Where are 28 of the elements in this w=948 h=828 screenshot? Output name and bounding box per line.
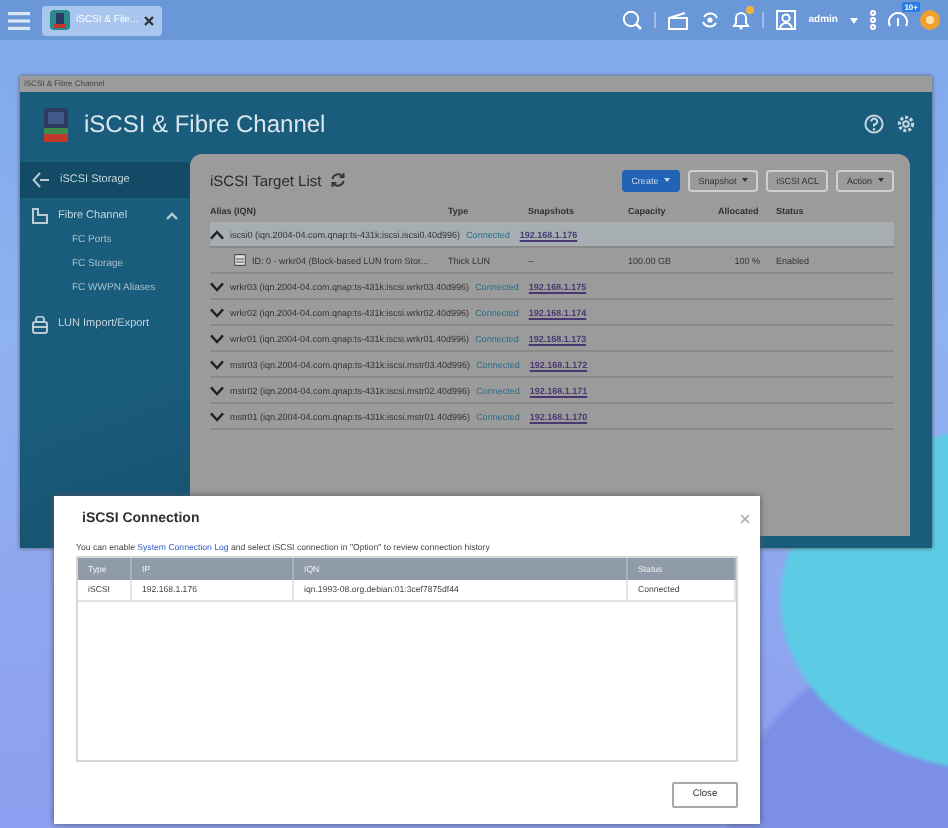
chevron-down-icon[interactable]: [210, 281, 224, 291]
help-icon[interactable]: [864, 113, 884, 133]
more-icon[interactable]: [870, 10, 876, 30]
caret-icon: [742, 178, 749, 182]
sync-icon[interactable]: [700, 10, 721, 30]
caret-icon: [878, 178, 884, 182]
caret-icon[interactable]: [850, 17, 858, 23]
notification-dot: [746, 6, 755, 14]
chevron-up-icon[interactable]: [210, 229, 224, 239]
clapperboard-icon[interactable]: [668, 11, 689, 29]
app-title: iSCSI & Fibre Channel: [84, 109, 326, 137]
gauge-icon[interactable]: [888, 10, 908, 30]
close-icon[interactable]: [144, 15, 155, 25]
user-icon[interactable]: [776, 10, 797, 30]
search-icon[interactable]: [622, 10, 643, 30]
chevron-down-icon[interactable]: [210, 359, 224, 369]
bell-icon[interactable]: [732, 10, 751, 30]
settings-icon[interactable]: [896, 113, 916, 133]
menu-icon[interactable]: [8, 11, 30, 29]
chevron-down-icon[interactable]: [210, 307, 224, 317]
chevron-down-icon[interactable]: [210, 333, 224, 343]
app-icon: [50, 10, 70, 30]
chevron-down-icon[interactable]: [210, 411, 224, 421]
caret-icon: [664, 178, 671, 182]
avatar-icon[interactable]: [920, 10, 940, 30]
refresh-icon[interactable]: [329, 172, 346, 188]
app-logo-icon: [44, 103, 68, 143]
chevron-down-icon[interactable]: [210, 385, 224, 395]
